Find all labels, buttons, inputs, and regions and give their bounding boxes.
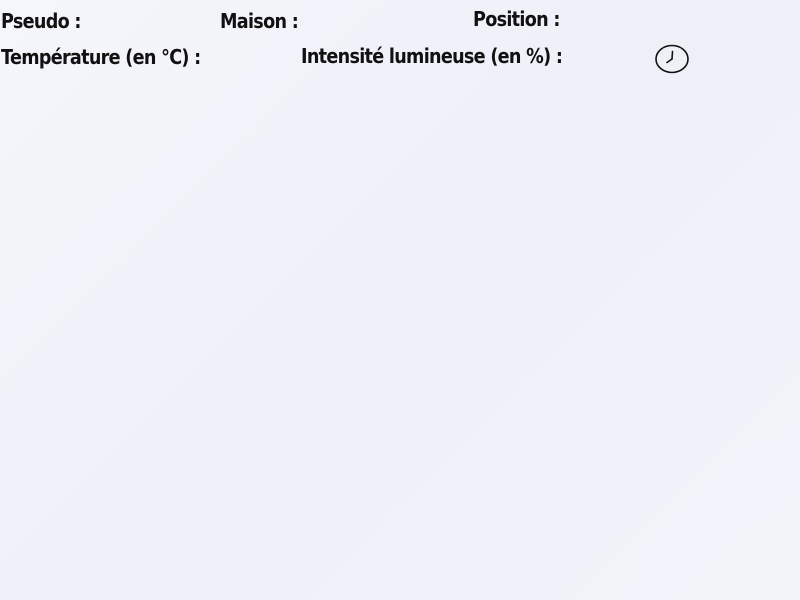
light-intensity-label: Intensité lumineuse (en %) :: [301, 44, 563, 68]
pseudo-label: Pseudo :: [1, 9, 81, 33]
clock-icon[interactable]: [655, 44, 689, 74]
position-label: Position :: [473, 7, 560, 31]
maison-label: Maison :: [220, 9, 299, 33]
temperature-label: Température (en °C) :: [1, 45, 201, 69]
